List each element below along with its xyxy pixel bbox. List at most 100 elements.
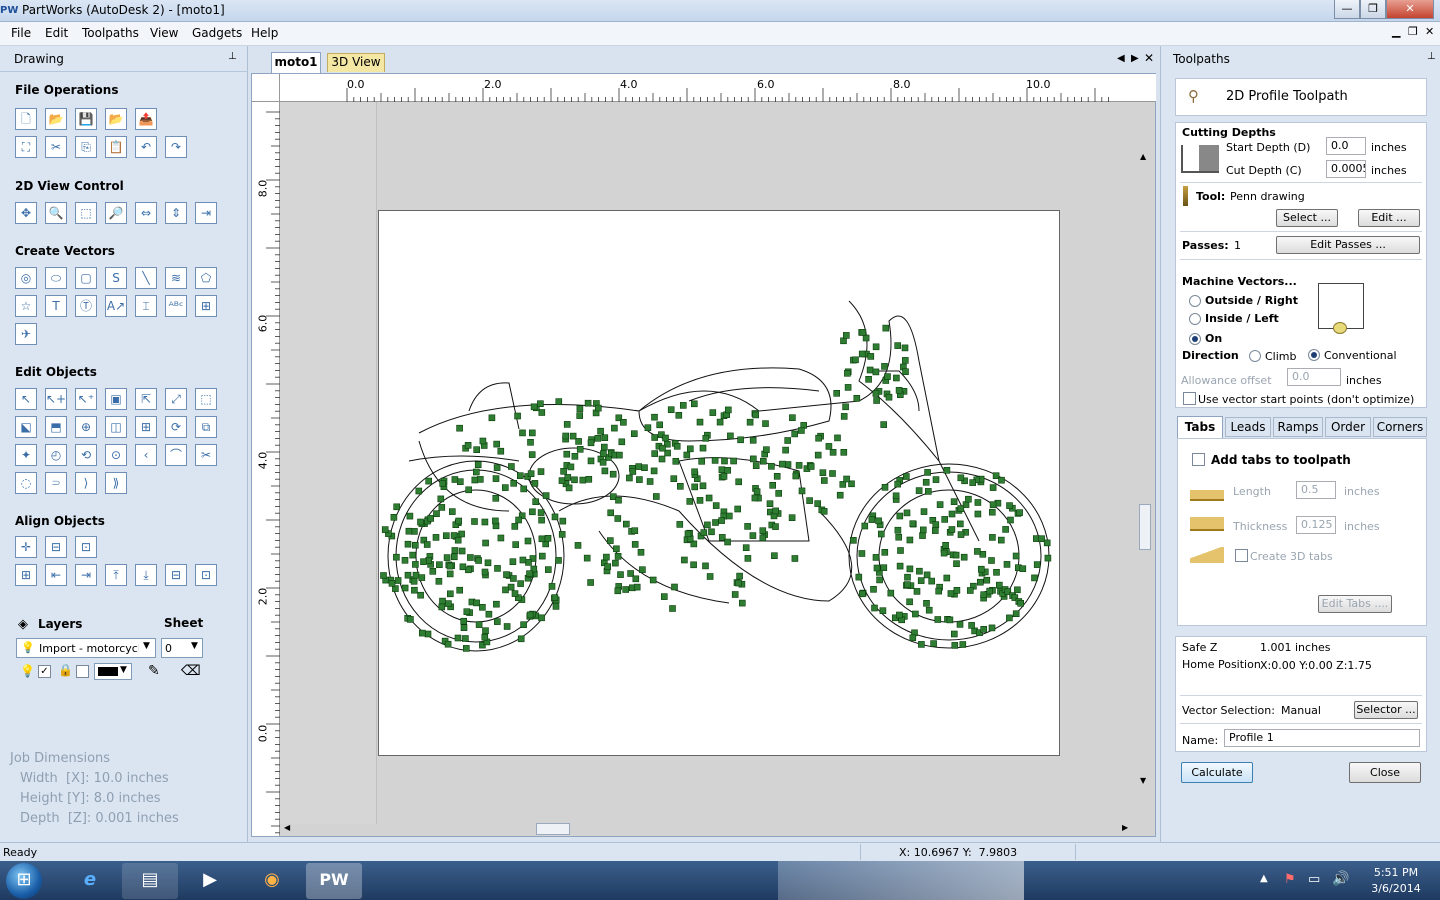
tab-ramps[interactable]: Ramps <box>1273 417 1323 437</box>
align-left-icon[interactable]: ⇤ <box>45 564 67 586</box>
browser-icon[interactable]: ◉ <box>244 863 300 899</box>
calculate-button[interactable]: Calculate <box>1181 762 1253 783</box>
join-icon[interactable]: ◌ <box>15 472 37 494</box>
edit-tool-button[interactable]: Edit ... <box>1358 209 1420 227</box>
scroll-down-icon[interactable]: ▼ <box>1140 776 1146 785</box>
curve-icon[interactable]: ≋ <box>165 267 187 289</box>
edit-tabs-button[interactable]: Edit Tabs .... <box>1318 595 1392 613</box>
import-icon[interactable]: 📂 <box>105 108 127 130</box>
menu-help[interactable]: Help <box>251 26 278 40</box>
power-icon[interactable]: ▭ <box>1308 872 1320 887</box>
start-button[interactable]: ⊞ <box>6 863 42 899</box>
align-center-x-icon[interactable]: ⊟ <box>45 536 67 558</box>
menu-view[interactable]: View <box>150 26 178 40</box>
close-tab-icon[interactable]: ✕ <box>1144 51 1154 65</box>
redo-icon[interactable]: ↷ <box>165 136 187 158</box>
layer-color-select[interactable]: ▼ <box>94 663 132 680</box>
layer-properties-icon[interactable]: ✎ <box>148 663 160 679</box>
text-box-icon[interactable]: Ⓣ <box>75 295 97 317</box>
tab-length-input[interactable]: 0.5 <box>1296 481 1336 499</box>
curve-fit-icon[interactable]: ⊙ <box>105 444 127 466</box>
clock-time[interactable]: 5:51 PM <box>1366 866 1426 879</box>
interactive-select-icon[interactable]: ↖⁺ <box>75 388 97 410</box>
show-hidden-icons-icon[interactable]: ▲ <box>1260 873 1268 884</box>
tab-3d-view[interactable]: 3D View <box>327 53 385 72</box>
group-icon[interactable]: ▣ <box>105 388 127 410</box>
climb-radio[interactable] <box>1249 350 1261 362</box>
internet-explorer-icon[interactable]: e <box>62 863 118 899</box>
polyline-icon[interactable]: S <box>105 267 127 289</box>
media-player-icon[interactable]: ▶ <box>182 863 238 899</box>
tab-tabs[interactable]: Tabs <box>1177 416 1223 438</box>
cut-depth-input[interactable]: 0.0005 <box>1326 160 1366 178</box>
lock-icon[interactable]: 🔒 <box>58 663 73 677</box>
weld-icon[interactable]: ⧉ <box>195 416 217 438</box>
pan-icon[interactable]: ✥ <box>15 202 37 224</box>
zoom-in-icon[interactable]: 🔎 <box>105 202 127 224</box>
open-file-icon[interactable]: 📂 <box>45 108 67 130</box>
file-explorer-icon[interactable]: ▤ <box>122 863 178 899</box>
tab-corners[interactable]: Corners <box>1373 417 1427 437</box>
arc-icon[interactable]: ╲ <box>135 267 157 289</box>
layer-visible-icon[interactable]: 💡 <box>20 664 35 678</box>
mdi-restore-icon[interactable]: ❐ <box>1408 25 1418 38</box>
conventional-radio[interactable] <box>1308 349 1320 361</box>
mirror-icon[interactable]: ⊕ <box>75 416 97 438</box>
text-on-curve-icon[interactable]: A↗ <box>105 295 127 317</box>
scroll-up-icon[interactable]: ▲ <box>1140 152 1146 161</box>
mdi-close-icon[interactable]: ✕ <box>1425 25 1434 38</box>
save-file-icon[interactable]: 💾 <box>75 108 97 130</box>
align-center-icon[interactable]: ⊞ <box>15 564 37 586</box>
show-3d-icon[interactable]: ⇥ <box>195 202 217 224</box>
use-vector-start-checkbox[interactable] <box>1183 392 1196 405</box>
edit-passes-button[interactable]: Edit Passes ... <box>1276 236 1420 254</box>
undo-icon[interactable]: ↶ <box>135 136 157 158</box>
paste-icon[interactable]: 📋 <box>105 136 127 158</box>
align-top-icon[interactable]: ⤒ <box>105 564 127 586</box>
copy-icon[interactable]: ⎘ <box>75 136 97 158</box>
vertical-scrollbar[interactable]: ▲ ▼ <box>1138 152 1152 786</box>
minimize-button[interactable]: — <box>1334 0 1360 19</box>
select-tool-button[interactable]: Select ... <box>1276 209 1338 227</box>
transform-icon[interactable]: ⤢ <box>165 388 187 410</box>
create-3d-tabs-checkbox[interactable] <box>1235 549 1248 562</box>
tab-leads[interactable]: Leads <box>1225 417 1271 437</box>
offset-icon[interactable]: ⟲ <box>75 444 97 466</box>
selector-button[interactable]: Selector ... <box>1354 701 1418 719</box>
scroll-left-icon[interactable]: ◀ <box>284 823 290 832</box>
tab-thickness-input[interactable]: 0.125 <box>1296 516 1336 534</box>
network-icon[interactable]: ⚑ <box>1284 872 1296 887</box>
align-bottom-icon[interactable]: ⤓ <box>135 564 157 586</box>
distort-icon[interactable]: ◫ <box>105 416 127 438</box>
export-icon[interactable]: 📤 <box>135 108 157 130</box>
align-mid-x-icon[interactable]: ⊟ <box>165 564 187 586</box>
fillet-icon[interactable]: ◴ <box>45 444 67 466</box>
arc-text-icon[interactable]: ᴬᴮᶜ <box>165 295 187 317</box>
array-icon[interactable]: ⊞ <box>195 295 217 317</box>
trim-icon[interactable]: ✦ <box>15 444 37 466</box>
tab-scroll-right-icon[interactable]: ▶ <box>1131 53 1139 64</box>
nesting-icon[interactable]: ⊞ <box>135 416 157 438</box>
sheet-select[interactable]: 0 ▼ <box>161 638 203 658</box>
pin-icon[interactable]: ⊥ <box>228 51 237 62</box>
pin-icon[interactable]: ⊥ <box>1427 51 1436 62</box>
clock-date[interactable]: 3/6/2014 <box>1366 882 1426 895</box>
scroll-right-icon[interactable]: ▶ <box>1122 823 1128 832</box>
zoom-box-icon[interactable]: 🔍 <box>45 202 67 224</box>
layer-visible-checkbox[interactable]: ✓ <box>38 665 51 678</box>
drawing-sheet[interactable] <box>378 210 1060 756</box>
close-button[interactable]: Close <box>1349 762 1421 783</box>
align-right-icon[interactable]: ⇥ <box>75 564 97 586</box>
horizontal-scrollbar[interactable]: ◀ ▶ <box>284 822 1130 836</box>
star-icon[interactable]: ☆ <box>15 295 37 317</box>
maximize-button[interactable]: ❐ <box>1360 0 1386 19</box>
select-icon[interactable]: ↖ <box>15 388 37 410</box>
volume-icon[interactable]: 🔊 <box>1332 871 1349 887</box>
align-mid-y-icon[interactable]: ⊡ <box>195 564 217 586</box>
move-icon[interactable]: ⬕ <box>15 416 37 438</box>
chamfer-icon[interactable]: ‹ <box>135 444 157 466</box>
partworks-taskbar-button[interactable]: PW <box>306 863 362 899</box>
center-page-icon[interactable]: ✛ <box>15 536 37 558</box>
text-icon[interactable]: T <box>45 295 67 317</box>
close-icon[interactable]: ⸧ <box>45 472 67 494</box>
